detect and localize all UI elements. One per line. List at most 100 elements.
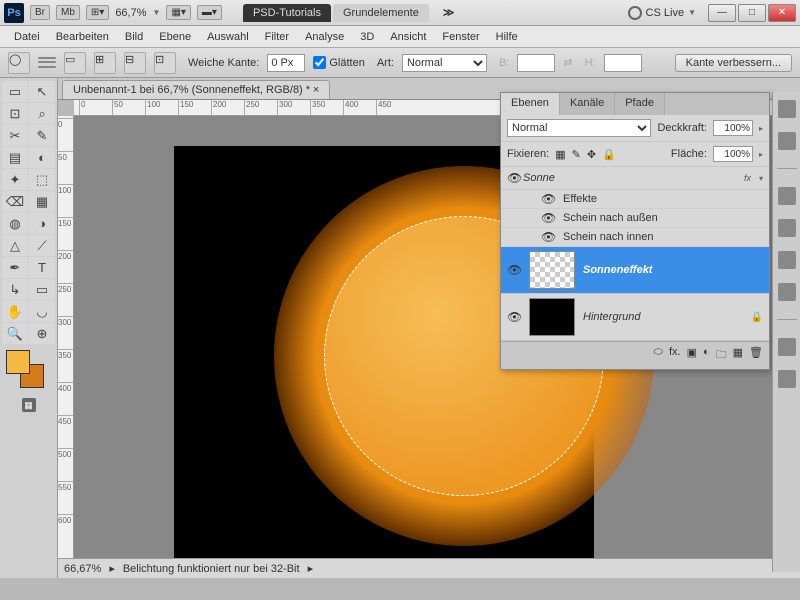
menu-ansicht[interactable]: Ansicht [382, 29, 434, 45]
layer-fx-icon[interactable]: fx. [669, 346, 681, 365]
lock-paint-icon[interactable]: ✎ [572, 148, 581, 161]
layer-hintergrund[interactable]: 👁 Hintergrund 🔒 [501, 294, 769, 341]
lock-move-icon[interactable]: ✥ [587, 148, 596, 161]
document-tab[interactable]: Unbenannt-1 bei 66,7% (Sonneneffekt, RGB… [62, 80, 330, 99]
refine-edge-button[interactable]: Kante verbessern... [675, 54, 792, 72]
healing-tool[interactable]: ▤ [2, 147, 28, 168]
lock-transparent-icon[interactable]: ▦ [555, 148, 565, 161]
layer-thumbnail[interactable] [529, 298, 575, 336]
workspace-overflow-icon[interactable]: ≫ [443, 6, 455, 19]
3d-tool[interactable]: ↳ [2, 279, 28, 300]
visibility-icon[interactable]: 👁 [541, 211, 555, 225]
effects-header[interactable]: 👁 Effekte [501, 190, 769, 209]
subtract-selection-icon[interactable]: ⊟ [124, 52, 146, 74]
minibridge-button[interactable]: Mb [56, 5, 80, 20]
fill-input[interactable] [713, 146, 753, 162]
fx-badge[interactable]: fx [744, 173, 751, 183]
type-tool[interactable]: ⟋ [29, 235, 55, 256]
dock-adjustments-icon[interactable] [778, 187, 796, 205]
blendmode-select[interactable]: Normal [507, 119, 651, 137]
new-layer-icon[interactable]: ▦ [733, 346, 743, 365]
visibility-icon[interactable]: 👁 [507, 171, 521, 185]
layer-group-icon[interactable]: 🗀 [716, 346, 727, 365]
camera-tool[interactable]: ▭ [29, 279, 55, 300]
menu-ebene[interactable]: Ebene [151, 29, 199, 45]
feather-input[interactable] [267, 54, 305, 72]
screenmode-button[interactable]: ▬▾ [197, 5, 222, 20]
dock-masks-icon[interactable] [778, 219, 796, 237]
dodge-tool[interactable]: ◑ [29, 213, 55, 234]
workspace-tab-grundelemente[interactable]: Grundelemente [333, 4, 429, 22]
menu-hilfe[interactable]: Hilfe [488, 29, 526, 45]
chevron-down-icon[interactable]: ▾ [759, 174, 763, 183]
visibility-icon[interactable]: 👁 [507, 263, 521, 277]
add-selection-icon[interactable]: ⊞ [94, 52, 116, 74]
layers-panel[interactable]: Ebenen Kanäle Pfade Normal Deckkraft: ▸ … [500, 92, 770, 370]
hand-tool[interactable]: ✋ [2, 301, 28, 322]
maximize-button[interactable]: □ [738, 4, 766, 22]
dock-styles-icon[interactable] [778, 251, 796, 269]
menu-bearbeiten[interactable]: Bearbeiten [48, 29, 117, 45]
dock-swatches-icon[interactable] [778, 132, 796, 150]
intersect-selection-icon[interactable]: ⊡ [154, 52, 176, 74]
layer-name[interactable]: Sonneneffekt [583, 264, 763, 276]
opacity-flyout-icon[interactable]: ▸ [759, 124, 763, 133]
marquee-tool[interactable]: ▭ [2, 81, 28, 102]
foreground-color-swatch[interactable] [6, 350, 30, 374]
brush-tool[interactable]: ◐ [29, 147, 55, 168]
close-tab-icon[interactable]: × [313, 84, 319, 96]
style-select[interactable]: Normal [402, 54, 487, 72]
extra-tool[interactable]: ⊕ [29, 323, 55, 344]
layer-mask-icon[interactable]: ▣ [687, 346, 697, 365]
link-layers-icon[interactable]: ⬭ [654, 346, 663, 365]
menu-auswahl[interactable]: Auswahl [199, 29, 257, 45]
antialias-checkbox[interactable]: Glätten [313, 56, 364, 69]
gradient-tool[interactable]: ▦ [29, 191, 55, 212]
menu-bild[interactable]: Bild [117, 29, 151, 45]
bridge-button[interactable]: Br [30, 5, 50, 20]
effect-inner-glow[interactable]: 👁 Schein nach innen [501, 228, 769, 247]
layer-sonneneffekt[interactable]: 👁 Sonneneffekt [501, 247, 769, 294]
quickmask-button[interactable]: ▦ [22, 398, 36, 412]
opacity-input[interactable] [713, 120, 753, 136]
color-swatches[interactable] [2, 350, 55, 390]
tab-pfade[interactable]: Pfade [615, 93, 665, 115]
fill-flyout-icon[interactable]: ▸ [759, 150, 763, 159]
path-tool[interactable]: ✒ [2, 257, 28, 278]
layer-name[interactable]: Hintergrund [583, 311, 743, 323]
menu-filter[interactable]: Filter [257, 29, 297, 45]
shape-tool[interactable]: T [29, 257, 55, 278]
minimize-button[interactable]: — [708, 4, 736, 22]
close-button[interactable]: ✕ [768, 4, 796, 22]
view-extras-button[interactable]: ⊞▾ [86, 5, 109, 20]
menu-analyse[interactable]: Analyse [297, 29, 352, 45]
dock-history-icon[interactable] [778, 338, 796, 356]
workspace-tab-tutorials[interactable]: PSD-Tutorials [243, 4, 331, 22]
status-zoom[interactable]: 66,67% [64, 563, 101, 575]
layer-name[interactable]: Sonne [523, 172, 736, 184]
delete-layer-icon[interactable]: 🗑 [749, 346, 763, 365]
cslive-button[interactable]: CS Live ▼ [628, 6, 696, 20]
tool-preset-icon[interactable]: ◯ [8, 52, 30, 74]
quickselect-tool[interactable]: ⌕ [29, 103, 55, 124]
layer-sonne[interactable]: 👁 Sonne fx ▾ [501, 167, 769, 190]
stamp-tool[interactable]: ✦ [2, 169, 28, 190]
menu-3d[interactable]: 3D [352, 29, 382, 45]
menu-fenster[interactable]: Fenster [434, 29, 487, 45]
titlebar-zoom[interactable]: 66,7% [115, 7, 146, 19]
lasso-tool[interactable]: ⊡ [2, 103, 28, 124]
dock-actions-icon[interactable] [778, 370, 796, 388]
dock-character-icon[interactable] [778, 283, 796, 301]
pen-tool[interactable]: △ [2, 235, 28, 256]
menu-datei[interactable]: Datei [6, 29, 48, 45]
visibility-icon[interactable]: 👁 [541, 230, 555, 244]
new-selection-icon[interactable]: ▭ [64, 52, 86, 74]
chevron-down-icon[interactable]: ▼ [153, 8, 161, 17]
dock-color-icon[interactable] [778, 100, 796, 118]
visibility-icon[interactable]: 👁 [541, 192, 555, 206]
crop-tool[interactable]: ✂ [2, 125, 28, 146]
lock-all-icon[interactable]: 🔒 [602, 148, 616, 161]
layer-thumbnail[interactable] [529, 251, 575, 289]
arrange-button[interactable]: ▦▾ [166, 5, 190, 20]
visibility-icon[interactable]: 👁 [507, 310, 521, 324]
